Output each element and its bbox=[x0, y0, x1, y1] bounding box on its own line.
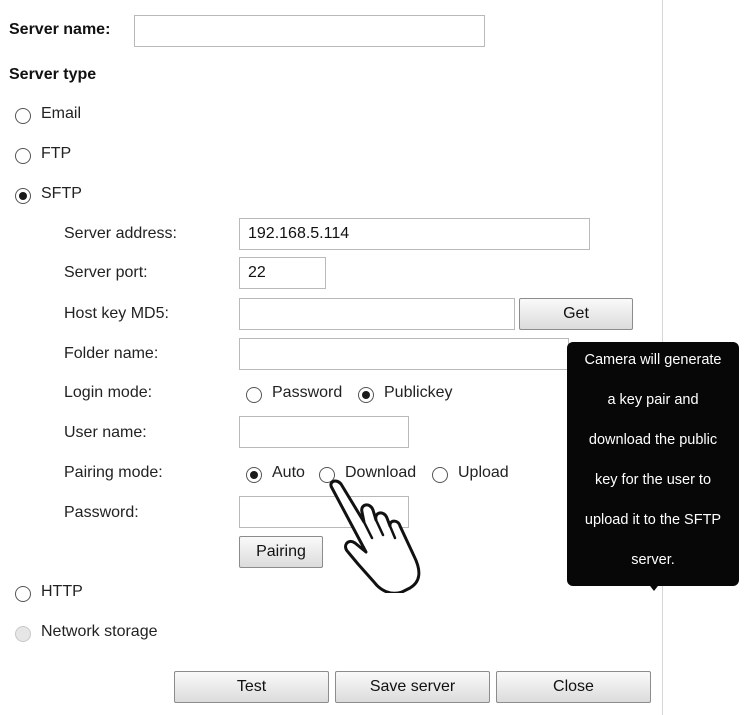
folder-name-label: Folder name: bbox=[64, 345, 159, 362]
email-radio-label: Email bbox=[41, 105, 82, 122]
pairing-button[interactable]: Pairing bbox=[239, 536, 323, 568]
server-name-input[interactable] bbox=[134, 15, 485, 47]
network-storage-label: Network storage bbox=[41, 623, 158, 640]
login-password-radio[interactable] bbox=[246, 387, 262, 403]
host-key-input[interactable] bbox=[239, 298, 515, 330]
tooltip-line: server. bbox=[631, 552, 675, 568]
tooltip-line: Camera will generate bbox=[584, 352, 722, 368]
login-publickey-label: Publickey bbox=[384, 384, 453, 401]
folder-name-input[interactable] bbox=[239, 338, 569, 370]
server-type-heading: Server type bbox=[9, 66, 97, 83]
login-publickey-radio[interactable] bbox=[358, 387, 374, 403]
login-mode-label: Login mode: bbox=[64, 384, 153, 401]
server-name-label: Server name: bbox=[9, 21, 111, 38]
pairing-mode-label: Pairing mode: bbox=[64, 464, 163, 481]
close-button[interactable]: Close bbox=[496, 671, 651, 703]
test-button[interactable]: Test bbox=[174, 671, 329, 703]
server-port-label: Server port: bbox=[64, 264, 148, 281]
tooltip-line: a key pair and bbox=[607, 392, 699, 408]
ftp-radio-label: FTP bbox=[41, 145, 72, 162]
user-name-input[interactable] bbox=[239, 416, 409, 448]
http-radio[interactable] bbox=[15, 586, 31, 602]
host-key-label: Host key MD5: bbox=[64, 305, 169, 322]
pairing-auto-label: Auto bbox=[272, 464, 305, 481]
tooltip-line: download the public bbox=[588, 432, 718, 448]
pairing-upload-label: Upload bbox=[458, 464, 509, 481]
user-name-label: User name: bbox=[64, 424, 147, 441]
http-radio-label: HTTP bbox=[41, 583, 83, 600]
sftp-radio[interactable] bbox=[15, 188, 31, 204]
ftp-radio[interactable] bbox=[15, 148, 31, 164]
server-address-label: Server address: bbox=[64, 225, 177, 242]
email-radio[interactable] bbox=[15, 108, 31, 124]
password-label: Password: bbox=[64, 504, 139, 521]
tooltip-arrow bbox=[647, 582, 661, 591]
login-password-label: Password bbox=[272, 384, 343, 401]
pairing-auto-radio[interactable] bbox=[246, 467, 262, 483]
server-port-input[interactable]: 22 bbox=[239, 257, 326, 289]
tooltip-line: upload it to the SFTP bbox=[584, 512, 722, 528]
hand-pointer-icon bbox=[329, 479, 421, 593]
tooltip-line: key for the user to bbox=[594, 472, 712, 488]
sftp-radio-label: SFTP bbox=[41, 185, 82, 202]
server-address-input[interactable]: 192.168.5.114 bbox=[239, 218, 590, 250]
save-server-button[interactable]: Save server bbox=[335, 671, 490, 703]
network-storage-radio[interactable] bbox=[15, 626, 31, 642]
get-host-key-button[interactable]: Get bbox=[519, 298, 633, 330]
pairing-tooltip: Camera will generate a key pair and down… bbox=[567, 342, 739, 591]
